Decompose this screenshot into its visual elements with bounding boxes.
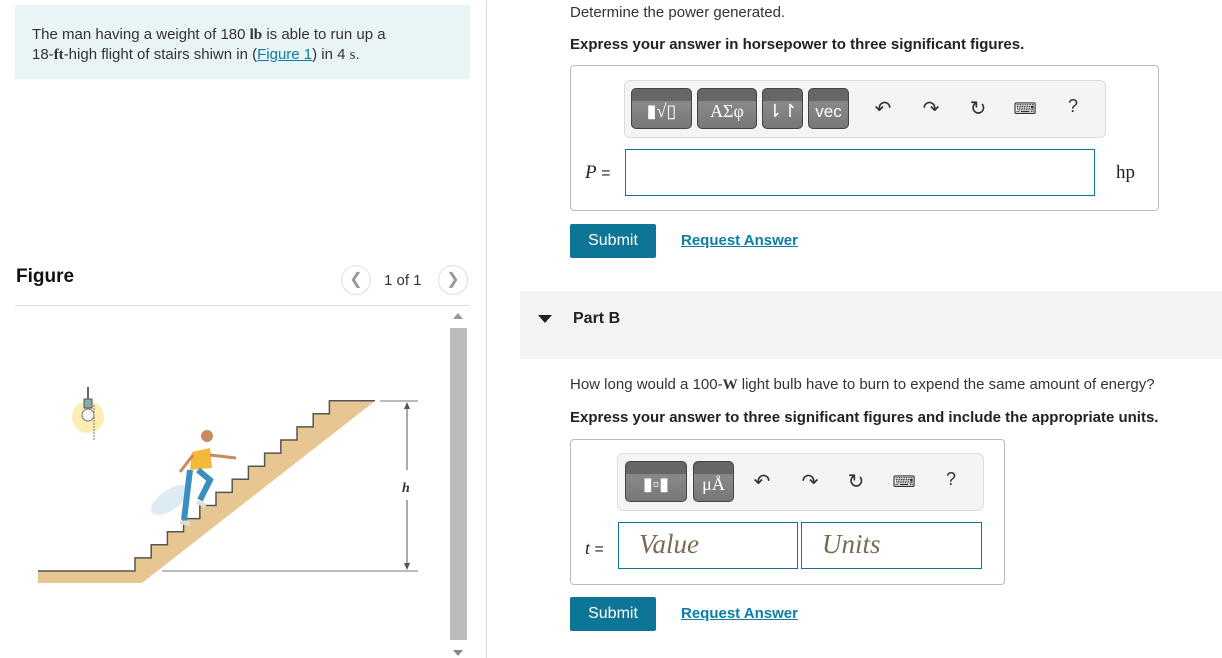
undo-icon[interactable]: ↶ [750,469,774,494]
part-b-instruction: Express your answer to three significant… [570,409,1159,426]
figure-link[interactable]: Figure 1 [257,46,312,63]
part-b-header[interactable]: Part B [520,291,1222,359]
vec-button[interactable]: vec [808,88,849,129]
chevron-right-icon: ❯ [446,271,460,288]
submit-button-a[interactable]: Submit [570,224,656,258]
variable-t: t [585,538,591,558]
scroll-up-icon[interactable] [453,313,463,319]
power-input[interactable] [625,149,1095,196]
part-a-prompt: Determine the power generated. [570,4,786,21]
reset-icon[interactable]: ↻ [966,96,990,121]
keyboard-icon[interactable]: ⌨ [892,472,916,492]
greek-button[interactable]: ΑΣφ [697,88,757,129]
units-button[interactable]: μÅ [693,461,734,502]
height-label: h [402,481,410,496]
part-b-prompt: How long would a 100-W light bulb have t… [570,376,1155,393]
chevron-left-icon: ❮ [349,271,363,288]
part-b-label: Part B [573,310,621,327]
units-input[interactable]: Units [801,522,982,569]
stairs-figure: h [38,387,418,583]
templates-button-b[interactable]: ▮▫▮ [625,461,687,502]
math-toolbar: ▮√▯ ΑΣφ ⇂↾ vec ↶ ↷ ↻ ⌨ ? [624,80,1106,138]
submit-button-b[interactable]: Submit [570,597,656,631]
variable-p: P [585,162,597,183]
answer-box-a: ▮√▯ ΑΣφ ⇂↾ vec ↶ ↷ ↻ ⌨ ? P = hp [570,65,1159,211]
next-figure-button[interactable]: ❯ [438,265,468,295]
collapse-triangle-icon [538,315,552,323]
help-button-b[interactable]: ? [939,469,963,490]
units-toolbar: ▮▫▮ μÅ ↶ ↷ ↻ ⌨ ? [617,453,984,511]
answer-box-b: ▮▫▮ μÅ ↶ ↷ ↻ ⌨ ? t = Value Units [570,439,1005,585]
figure-counter: 1 of 1 [384,272,422,289]
part-a-instruction: Express your answer in horsepower to thr… [570,36,1025,53]
panel-divider [486,0,487,658]
reset-icon[interactable]: ↻ [844,469,868,494]
light-bulb-socket [83,398,93,409]
request-answer-link-b[interactable]: Request Answer [681,605,798,622]
undo-icon[interactable]: ↶ [871,96,895,121]
prev-figure-button[interactable]: ❮ [341,265,371,295]
problem-statement: The man having a weight of 180 lb is abl… [15,5,470,79]
redo-icon[interactable]: ↷ [919,96,943,121]
scroll-down-icon[interactable] [453,650,463,656]
figure-scrollbar[interactable] [450,328,467,640]
unit-label: hp [1116,162,1135,183]
light-bulb-icon [81,408,95,422]
keyboard-icon[interactable]: ⌨ [1013,99,1037,119]
templates-button[interactable]: ▮√▯ [631,88,692,129]
value-input[interactable]: Value [618,522,798,569]
arrows-button[interactable]: ⇂↾ [762,88,803,129]
redo-icon[interactable]: ↷ [798,469,822,494]
figure-title: Figure [16,266,75,287]
help-button[interactable]: ? [1061,96,1085,117]
request-answer-link-a[interactable]: Request Answer [681,232,798,249]
